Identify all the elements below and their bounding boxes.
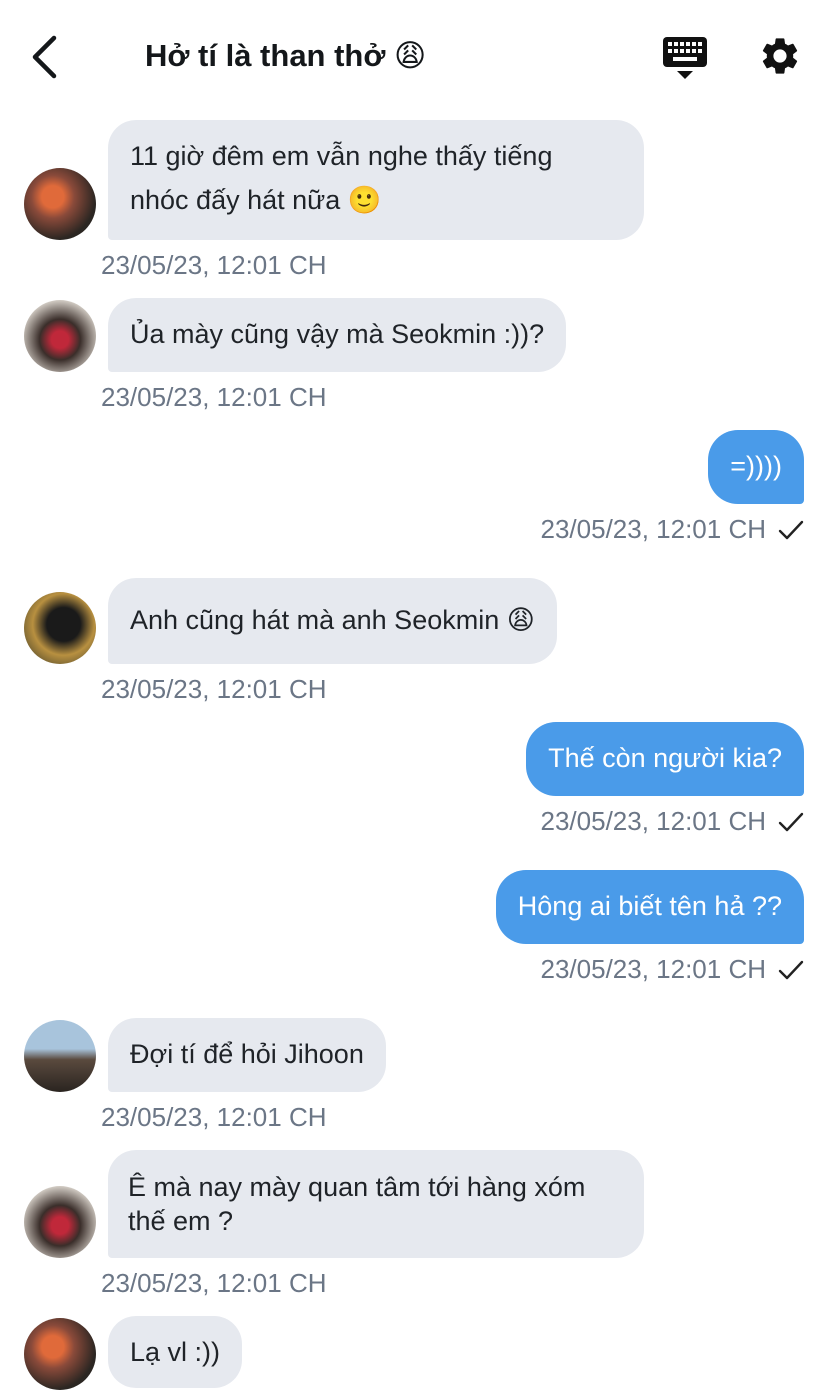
chat-header: Hở tí là than thở 😩 — [0, 0, 828, 110]
avatar[interactable] — [24, 168, 96, 240]
message-timestamp: 23/05/23, 12:01 CH — [101, 1268, 327, 1298]
message-timestamp: 23/05/23, 12:01 CH — [101, 382, 327, 412]
message-timestamp-row: 23/05/23, 12:01 CH — [541, 954, 805, 985]
message-timestamp-row: 23/05/23, 12:01 CH — [541, 514, 805, 545]
message-text: Anh cũng hát mà anh Seokmin 😩 — [130, 605, 535, 635]
avatar[interactable] — [24, 592, 96, 664]
avatar[interactable] — [24, 1020, 96, 1092]
message-bubble[interactable]: Hông ai biết tên hả ?? — [495, 870, 804, 944]
message-text: Hông ai biết tên hả ?? — [517, 891, 782, 921]
read-check-icon — [778, 960, 804, 979]
message-text: =)))) — [730, 451, 782, 481]
avatar[interactable] — [24, 1318, 96, 1390]
message-text: Ủa mày cũng vậy mà Seokmin :))? — [130, 319, 545, 349]
message-bubble[interactable]: Đợi tí để hỏi Jihoon — [108, 1018, 386, 1092]
message-timestamp: 23/05/23, 12:01 CH — [540, 514, 767, 544]
message-text: Lạ vl :)) — [130, 1337, 221, 1367]
chat-title: Hở tí là than thở 😩 — [145, 38, 427, 73]
message-bubble[interactable]: Ê mà nay mày quan tâm tới hàng xóm thế e… — [108, 1150, 644, 1258]
message-bubble[interactable]: Lạ vl :)) — [108, 1316, 243, 1388]
message-bubble[interactable]: Ủa mày cũng vậy mà Seokmin :))? — [108, 298, 567, 372]
message-text: Ê mà nay mày quan tâm tới hàng xóm — [128, 1172, 586, 1202]
back-chevron-icon[interactable] — [26, 34, 66, 82]
message-timestamp-row: 23/05/23, 12:01 CH — [541, 806, 805, 837]
message-text: Đợi tí để hỏi Jihoon — [130, 1039, 364, 1069]
message-text: nhóc đấy hát nữa 🙂 — [130, 185, 382, 215]
read-check-icon — [778, 812, 804, 831]
message-timestamp: 23/05/23, 12:01 CH — [101, 1102, 327, 1132]
message-timestamp: 23/05/23, 12:01 CH — [540, 954, 767, 984]
message-text: thế em ? — [128, 1206, 234, 1236]
message-text: Thế còn người kia? — [548, 743, 782, 773]
message-bubble[interactable]: Thế còn người kia? — [526, 722, 804, 796]
read-check-icon — [778, 520, 804, 539]
message-bubble[interactable]: =)))) — [708, 430, 804, 504]
avatar[interactable] — [24, 1186, 96, 1258]
message-bubble[interactable]: Anh cũng hát mà anh Seokmin 😩 — [108, 578, 557, 664]
gear-icon[interactable] — [758, 34, 802, 78]
message-timestamp: 23/05/23, 12:01 CH — [101, 250, 327, 280]
avatar[interactable] — [24, 300, 96, 372]
message-timestamp: 23/05/23, 12:01 CH — [540, 806, 767, 836]
keyboard-icon[interactable] — [662, 36, 708, 80]
message-timestamp: 23/05/23, 12:01 CH — [101, 674, 327, 704]
message-bubble[interactable]: 11 giờ đêm em vẫn nghe thấy tiếng nhóc đ… — [108, 120, 644, 240]
message-text: 11 giờ đêm em vẫn nghe thấy tiếng — [130, 141, 553, 171]
